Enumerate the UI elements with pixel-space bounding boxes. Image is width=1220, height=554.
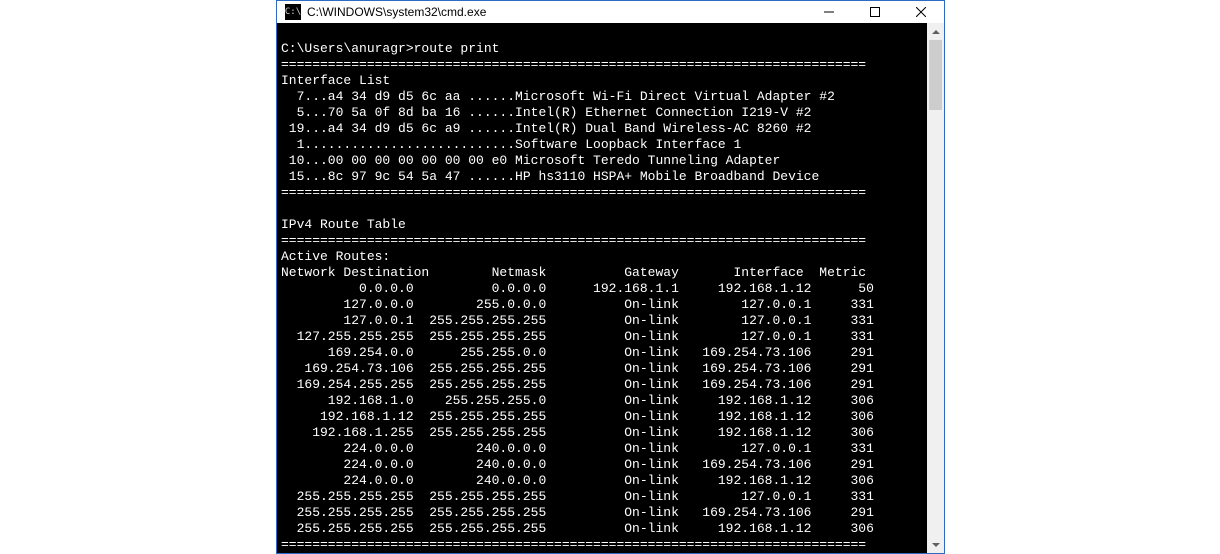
scroll-track[interactable] <box>927 40 944 536</box>
console-output[interactable]: C:\Users\anuragr>route print ===========… <box>277 23 927 553</box>
scroll-thumb[interactable] <box>929 40 942 110</box>
console-area: C:\Users\anuragr>route print ===========… <box>277 23 944 553</box>
minimize-button[interactable] <box>806 1 852 23</box>
cmd-icon-text: C:\ <box>285 8 301 17</box>
vertical-scrollbar[interactable] <box>927 23 944 553</box>
cmd-icon: C:\ <box>285 4 301 20</box>
titlebar-buttons <box>806 1 944 23</box>
titlebar[interactable]: C:\ C:\WINDOWS\system32\cmd.exe <box>277 1 944 23</box>
maximize-button[interactable] <box>852 1 898 23</box>
window-title: C:\WINDOWS\system32\cmd.exe <box>307 5 806 19</box>
scroll-down-icon[interactable] <box>927 536 944 553</box>
scroll-up-icon[interactable] <box>927 23 944 40</box>
close-button[interactable] <box>898 1 944 23</box>
cmd-window: C:\ C:\WINDOWS\system32\cmd.exe C:\Users… <box>276 0 945 554</box>
